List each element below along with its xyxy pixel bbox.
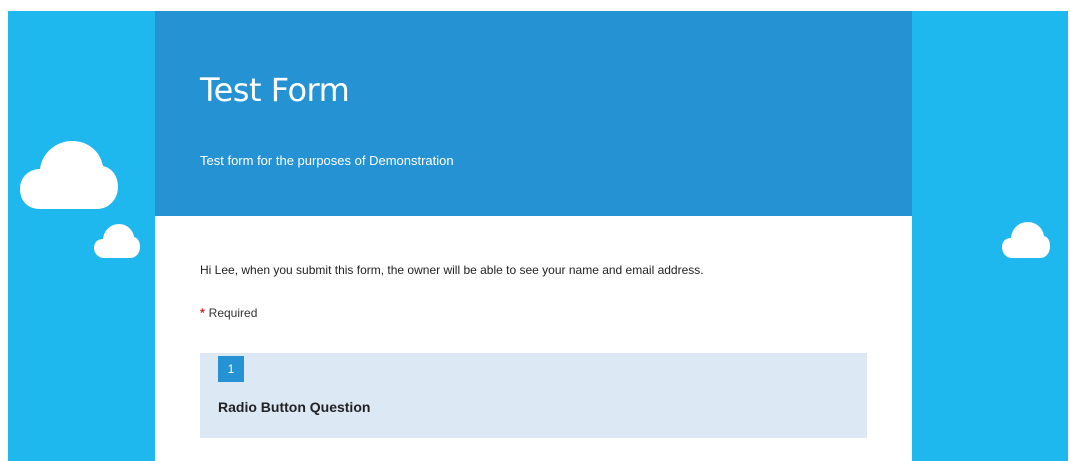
cloud-icon [94,224,140,258]
intro-text: Hi Lee, when you submit this form, the o… [200,263,704,277]
cloud-icon [1002,222,1050,258]
top-strip [0,0,1070,11]
form-body: Hi Lee, when you submit this form, the o… [155,11,912,461]
cloud-icon [20,141,118,209]
required-star: * [200,306,205,320]
question-block[interactable]: 1 Radio Button Question [200,353,867,438]
required-label: Required [208,306,258,320]
question-title: Radio Button Question [218,399,371,415]
page: Test Form Test form for the purposes of … [0,0,1070,461]
question-number-badge: 1 [218,356,244,382]
required-note: * Required [200,306,257,320]
